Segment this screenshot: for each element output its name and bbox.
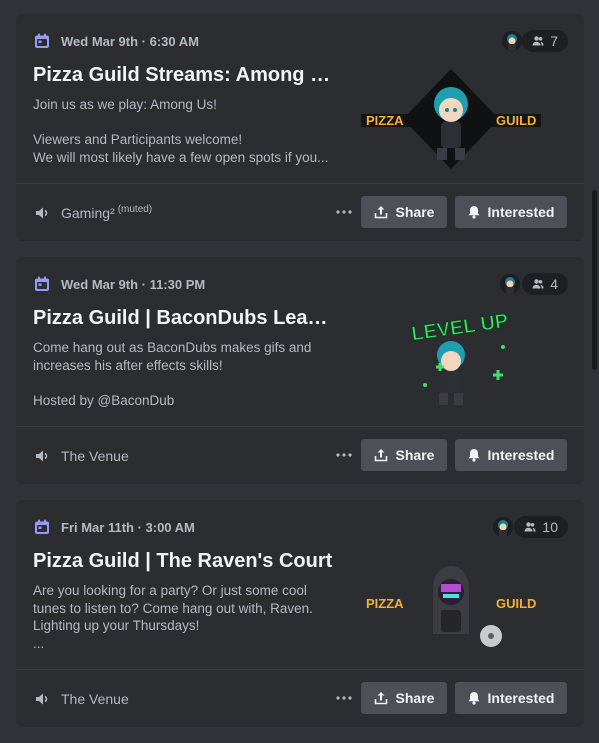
event-description: Join us as we play: Among Us! Viewers an… — [33, 96, 333, 166]
scrollbar[interactable] — [592, 190, 597, 370]
bell-icon — [468, 692, 480, 705]
speaker-icon — [36, 207, 48, 218]
event-cover-image: PIZZA GUILD — [361, 69, 541, 169]
event-card-footer: The Venue Share Interested — [16, 427, 584, 484]
channel-name: The Venue — [61, 447, 129, 464]
channel-name: Gaming² — [61, 204, 115, 221]
share-icon — [374, 449, 387, 462]
event-card-body[interactable]: Wed Mar 9th · 6:30 AM Pizza Guild Stream… — [16, 14, 584, 183]
art-text-right: GUILD — [496, 596, 536, 611]
interested-count-badge: 4 — [522, 273, 568, 295]
art-text-left: LEVEL UP — [410, 310, 510, 345]
bell-icon — [468, 449, 480, 462]
event-card-footer: Gaming² (muted) Share Interested — [16, 184, 584, 241]
share-button[interactable]: Share — [361, 439, 447, 471]
interested-count: 7 — [550, 33, 558, 49]
share-icon — [374, 206, 387, 219]
more-dots-icon — [336, 453, 352, 457]
event-date-text: Wed Mar 9th · 6:30 AM — [61, 33, 199, 49]
event-card[interactable]: Wed Mar 9th · 6:30 AM Pizza Guild Stream… — [16, 14, 584, 241]
event-date-text: Fri Mar 11th · 3:00 AM — [61, 519, 195, 535]
event-card-body[interactable]: Wed Mar 9th · 11:30 PM Pizza Guild | Bac… — [16, 257, 584, 426]
description-line: Hosted by @BaconDub — [33, 392, 175, 408]
event-channel[interactable]: The Venue — [34, 447, 129, 464]
event-date: Fri Mar 11th · 3:00 AM — [34, 519, 195, 535]
share-label: Share — [395, 690, 435, 706]
event-title[interactable]: Pizza Guild | BaconDubs Learns After Eff… — [33, 307, 333, 330]
interested-label: Interested — [487, 447, 555, 463]
interested-count: 10 — [542, 519, 558, 535]
calendar-icon — [35, 276, 49, 291]
people-icon — [532, 36, 544, 46]
more-options-button[interactable] — [332, 200, 356, 224]
speaker-icon — [36, 450, 48, 461]
calendar-icon — [35, 519, 49, 534]
share-button[interactable]: Share — [361, 682, 447, 714]
more-options-button[interactable] — [332, 686, 356, 710]
share-label: Share — [395, 447, 435, 463]
interested-button[interactable]: Interested — [455, 196, 567, 228]
people-icon — [532, 279, 544, 289]
more-dots-icon — [336, 696, 352, 700]
bell-icon — [468, 206, 480, 219]
avatar-image — [500, 274, 520, 294]
event-card-body[interactable]: Fri Mar 11th · 3:00 AM Pizza Guild | The… — [16, 500, 584, 669]
host-avatar[interactable] — [500, 274, 520, 294]
more-dots-icon — [336, 210, 352, 214]
interested-label: Interested — [487, 204, 555, 220]
description-line: Join us as we play: Among Us! — [33, 97, 217, 112]
people-icon — [524, 522, 536, 532]
channel-muted-label: (muted) — [117, 204, 153, 215]
event-title[interactable]: Pizza Guild Streams: Among Us — [33, 64, 333, 87]
art-text-left: PIZZA — [366, 596, 404, 611]
event-description: Come hang out as BaconDubs makes gifs an… — [33, 339, 333, 409]
calendar-icon — [35, 33, 49, 48]
event-title[interactable]: Pizza Guild | The Raven's Court — [33, 550, 333, 573]
description-line — [33, 114, 333, 132]
interested-label: Interested — [487, 690, 555, 706]
share-label: Share — [395, 204, 435, 220]
more-options-button[interactable] — [332, 443, 356, 467]
speaker-icon — [36, 693, 48, 704]
event-cover-image: PIZZA GUILD — [366, 566, 536, 647]
channel-name: The Venue — [61, 690, 129, 707]
event-description: Are you looking for a party? Or just som… — [33, 582, 333, 652]
event-cover-image: LEVEL UP — [410, 310, 510, 405]
event-date-text: Wed Mar 9th · 11:30 PM — [61, 276, 206, 292]
art-text-right: GUILD — [496, 113, 536, 128]
avatar-image — [493, 517, 513, 537]
description-line: Come hang out as BaconDubs makes gifs an… — [33, 340, 312, 373]
event-channel[interactable]: The Venue — [34, 690, 129, 707]
event-card[interactable]: Wed Mar 9th · 11:30 PM Pizza Guild | Bac… — [16, 257, 584, 484]
description-line: We will most likely have a few open spot… — [33, 149, 329, 165]
share-button[interactable]: Share — [361, 196, 447, 228]
avatar-image — [502, 31, 522, 51]
interested-button[interactable]: Interested — [455, 439, 567, 471]
interested-button[interactable]: Interested — [455, 682, 567, 714]
description-line: ... — [33, 635, 45, 651]
event-card[interactable]: Fri Mar 11th · 3:00 AM Pizza Guild | The… — [16, 500, 584, 727]
interested-count-badge: 7 — [522, 30, 568, 52]
interested-count-badge: 10 — [514, 516, 568, 538]
host-avatar[interactable] — [502, 31, 522, 51]
art-text-left: PIZZA — [366, 113, 404, 128]
interested-count: 4 — [550, 276, 558, 292]
host-avatar[interactable] — [493, 517, 513, 537]
event-list: Wed Mar 9th · 6:30 AM Pizza Guild Stream… — [16, 14, 584, 743]
event-date: Wed Mar 9th · 6:30 AM — [34, 33, 199, 49]
event-date: Wed Mar 9th · 11:30 PM — [34, 276, 205, 292]
share-icon — [374, 692, 387, 705]
event-card-footer: The Venue Share Interested — [16, 670, 584, 727]
description-line — [33, 374, 333, 392]
description-line: Are you looking for a party? Or just som… — [33, 583, 313, 633]
event-channel[interactable]: Gaming² (muted) — [34, 204, 152, 221]
description-line: Viewers and Participants welcome! — [33, 132, 243, 147]
